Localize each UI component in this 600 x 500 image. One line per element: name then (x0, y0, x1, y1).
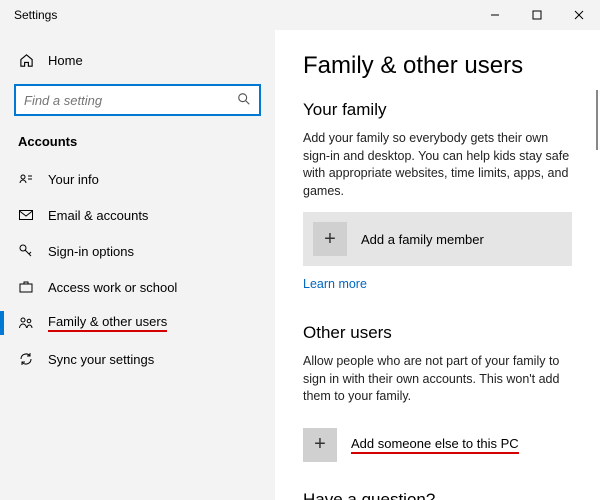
plus-icon: + (303, 428, 337, 462)
nav-label: Your info (48, 172, 99, 187)
have-question-heading: Have a question? (303, 490, 572, 500)
add-other-user-button[interactable]: + Add someone else to this PC (303, 418, 572, 472)
sidebar-section-header: Accounts (0, 126, 275, 161)
nav-email-accounts[interactable]: Email & accounts (0, 197, 275, 233)
page-title: Family & other users (303, 52, 572, 80)
mail-icon (18, 207, 34, 223)
add-other-label: Add someone else to this PC (351, 436, 519, 454)
nav-signin-options[interactable]: Sign-in options (0, 233, 275, 269)
maximize-button[interactable] (516, 0, 558, 30)
sidebar: Home Accounts Your info Email & accounts (0, 30, 275, 500)
add-family-label: Add a family member (361, 232, 484, 247)
plus-icon: + (313, 222, 347, 256)
sync-icon (18, 351, 34, 367)
nav-home-label: Home (48, 53, 83, 68)
search-field[interactable] (24, 93, 237, 108)
home-icon (18, 53, 34, 68)
nav-family-other-users[interactable]: Family & other users (0, 305, 275, 341)
people-icon (18, 315, 34, 331)
nav-label: Family & other users (48, 314, 167, 332)
key-icon (18, 243, 34, 259)
search-icon (237, 92, 251, 109)
minimize-button[interactable] (474, 0, 516, 30)
add-family-member-button[interactable]: + Add a family member (303, 212, 572, 266)
nav-your-info[interactable]: Your info (0, 161, 275, 197)
scrollbar[interactable] (596, 90, 598, 150)
other-users-desc: Allow people who are not part of your fa… (303, 353, 572, 406)
nav-label: Sync your settings (48, 352, 154, 367)
window-title: Settings (14, 8, 57, 22)
other-users-heading: Other users (303, 323, 572, 343)
nav-label: Sign-in options (48, 244, 134, 259)
nav-label: Access work or school (48, 280, 177, 295)
learn-more-link[interactable]: Learn more (303, 277, 367, 291)
nav-label: Email & accounts (48, 208, 148, 223)
window-controls (474, 0, 600, 30)
titlebar: Settings (0, 0, 600, 30)
nav-home[interactable]: Home (0, 42, 275, 78)
family-heading: Your family (303, 100, 572, 120)
person-card-icon (18, 171, 34, 187)
search-input[interactable] (14, 84, 261, 116)
family-desc: Add your family so everybody gets their … (303, 130, 572, 200)
content-pane: Family & other users Your family Add you… (275, 30, 600, 500)
nav-access-work-school[interactable]: Access work or school (0, 269, 275, 305)
nav-sync-settings[interactable]: Sync your settings (0, 341, 275, 377)
briefcase-icon (18, 279, 34, 295)
close-button[interactable] (558, 0, 600, 30)
